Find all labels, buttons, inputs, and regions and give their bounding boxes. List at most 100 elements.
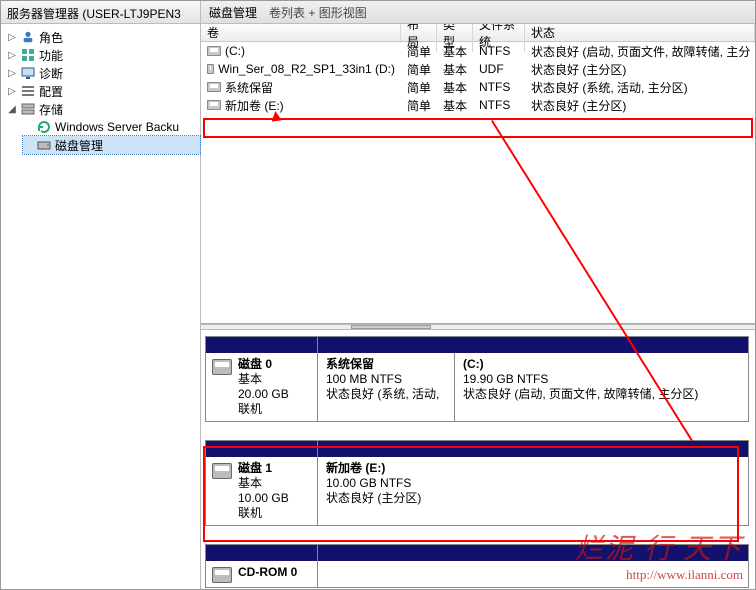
tree-node-diskmgmt[interactable]: 磁盘管理 bbox=[23, 136, 200, 154]
volume-row[interactable]: Win_Ser_08_R2_SP1_33in1 (D:) 简单基本UDF状态良好 … bbox=[201, 60, 755, 78]
volume-fs: NTFS bbox=[473, 97, 525, 113]
disk-row[interactable]: CD-ROM 0 bbox=[205, 544, 749, 588]
backup-icon bbox=[36, 119, 52, 135]
disk-state: 联机 bbox=[238, 506, 262, 520]
partition-size: 19.90 GB NTFS bbox=[463, 372, 548, 386]
volume-layout: 简单 bbox=[401, 96, 437, 115]
disk-hw-icon bbox=[212, 463, 232, 479]
partition-status: 状态良好 (启动, 页面文件, 故障转储, 主分区) bbox=[463, 387, 698, 401]
volume-status: 状态良好 (主分区) bbox=[525, 96, 755, 115]
feature-icon bbox=[20, 47, 36, 63]
volume-name: 系统保留 bbox=[225, 79, 273, 96]
config-icon bbox=[20, 83, 36, 99]
tree-label: Windows Server Backu bbox=[55, 120, 179, 134]
col-status[interactable]: 状态 bbox=[525, 24, 755, 43]
tree-node-diagnostics[interactable]: ▷ 诊断 bbox=[7, 64, 200, 82]
disk-size: 10.00 GB bbox=[238, 491, 289, 505]
disk-titlebar bbox=[206, 337, 317, 353]
scrollbar-thumb[interactable] bbox=[351, 325, 431, 329]
content-title: 磁盘管理 bbox=[209, 4, 257, 21]
tree-label: 角色 bbox=[39, 29, 63, 46]
storage-icon bbox=[20, 101, 36, 117]
col-layout[interactable]: 布局 bbox=[401, 24, 437, 52]
volume-list: 卷 布局 类型 文件系统 状态 (C:)简单基本NTFS状态良好 (启动, 页面… bbox=[201, 24, 755, 324]
content-subtitle: 卷列表 + 图形视图 bbox=[269, 4, 367, 21]
volume-icon bbox=[207, 82, 221, 92]
disk-info: 磁盘 1基本10.00 GB联机 bbox=[206, 441, 318, 525]
col-volume[interactable]: 卷 bbox=[201, 24, 401, 43]
volume-name: (C:) bbox=[225, 44, 245, 58]
partition-pane[interactable]: (C:)19.90 GB NTFS状态良好 (启动, 页面文件, 故障转储, 主… bbox=[454, 353, 748, 421]
disk-panes: 新加卷 (E:)10.00 GB NTFS状态良好 (主分区) bbox=[318, 441, 748, 525]
volume-fs: UDF bbox=[473, 61, 525, 77]
volume-name: Win_Ser_08_R2_SP1_33in1 (D:) bbox=[218, 62, 395, 76]
disk-titlebar bbox=[206, 441, 317, 457]
volume-status: 状态良好 (系统, 活动, 主分区) bbox=[525, 78, 755, 97]
disk-title: 磁盘 0 bbox=[238, 357, 272, 371]
tree-label: 存储 bbox=[39, 101, 63, 118]
volume-type: 基本 bbox=[437, 78, 473, 97]
disk-row[interactable]: 磁盘 1基本10.00 GB联机新加卷 (E:)10.00 GB NTFS状态良… bbox=[205, 440, 749, 526]
disk-row[interactable]: 磁盘 0基本20.00 GB联机系统保留100 MB NTFS状态良好 (系统,… bbox=[205, 336, 749, 422]
role-icon bbox=[20, 29, 36, 45]
expand-icon[interactable]: ▷ bbox=[7, 50, 17, 60]
nav-tree: 服务器管理器 (USER-LTJ9PEN3 ▷ 角色 ▷ 功能 ▷ 诊断 ▷ 配… bbox=[1, 1, 201, 589]
partition-pane[interactable]: 系统保留100 MB NTFS状态良好 (系统, 活动, bbox=[318, 353, 454, 421]
volume-layout: 简单 bbox=[401, 78, 437, 97]
tree-node-storage[interactable]: ◢ 存储 bbox=[7, 100, 200, 118]
tree-node-wsb[interactable]: Windows Server Backu bbox=[23, 118, 200, 136]
partition-title: 系统保留 bbox=[326, 357, 374, 371]
col-type[interactable]: 类型 bbox=[437, 24, 473, 52]
diagnostics-icon bbox=[20, 65, 36, 81]
col-filesystem[interactable]: 文件系统 bbox=[473, 24, 525, 52]
partition-status: 状态良好 (主分区) bbox=[326, 491, 421, 505]
disk-titlebar bbox=[206, 545, 317, 561]
tree-header: 服务器管理器 (USER-LTJ9PEN3 bbox=[1, 1, 200, 24]
tree-label: 功能 bbox=[39, 47, 63, 64]
annotation-highlight-row bbox=[203, 118, 753, 138]
disk-title: CD-ROM 0 bbox=[238, 565, 297, 579]
disk-title: 磁盘 1 bbox=[238, 461, 272, 475]
disk-info: 磁盘 0基本20.00 GB联机 bbox=[206, 337, 318, 421]
disk-type: 基本 bbox=[238, 372, 262, 386]
content-header: 磁盘管理 卷列表 + 图形视图 bbox=[201, 1, 755, 24]
tree-node-config[interactable]: ▷ 配置 bbox=[7, 82, 200, 100]
partition-pane[interactable]: 新加卷 (E:)10.00 GB NTFS状态良好 (主分区) bbox=[318, 457, 748, 525]
volume-status: 状态良好 (启动, 页面文件, 故障转储, 主分 bbox=[525, 42, 755, 61]
expand-icon[interactable]: ▷ bbox=[7, 32, 17, 42]
tree-label: 诊断 bbox=[39, 65, 63, 82]
volume-row[interactable]: 系统保留 简单基本NTFS状态良好 (系统, 活动, 主分区) bbox=[201, 78, 755, 96]
disk-titlebar bbox=[318, 337, 748, 353]
partition-size: 10.00 GB NTFS bbox=[326, 476, 411, 490]
collapse-icon[interactable]: ◢ bbox=[7, 104, 17, 114]
volume-fs: NTFS bbox=[473, 79, 525, 95]
disk-graphical-view: 磁盘 0基本20.00 GB联机系统保留100 MB NTFS状态良好 (系统,… bbox=[201, 330, 755, 589]
volume-icon bbox=[207, 46, 221, 56]
volume-icon bbox=[207, 64, 214, 74]
volume-row[interactable]: 新加卷 (E:)简单基本NTFS状态良好 (主分区) bbox=[201, 96, 755, 114]
tree-label: 磁盘管理 bbox=[55, 137, 103, 154]
disk-hw-icon bbox=[212, 359, 232, 375]
partition-title: (C:) bbox=[463, 357, 484, 371]
volume-header-row: 卷 布局 类型 文件系统 状态 bbox=[201, 24, 755, 42]
disk-type: 基本 bbox=[238, 476, 262, 490]
disk-icon bbox=[36, 137, 52, 153]
volume-status: 状态良好 (主分区) bbox=[525, 60, 755, 79]
partition-title: 新加卷 (E:) bbox=[326, 461, 385, 475]
partition-size: 100 MB NTFS bbox=[326, 372, 402, 386]
volume-layout: 简单 bbox=[401, 60, 437, 79]
tree-label: 配置 bbox=[39, 83, 63, 100]
disk-state: 联机 bbox=[238, 402, 262, 416]
disk-info: CD-ROM 0 bbox=[206, 545, 318, 587]
expand-icon[interactable]: ▷ bbox=[7, 86, 17, 96]
volume-type: 基本 bbox=[437, 60, 473, 79]
content-panel: 磁盘管理 卷列表 + 图形视图 卷 布局 类型 文件系统 状态 (C:)简单基本… bbox=[201, 1, 755, 589]
disk-titlebar bbox=[318, 441, 748, 457]
volume-icon bbox=[207, 100, 221, 110]
tree-node-roles[interactable]: ▷ 角色 bbox=[7, 28, 200, 46]
disk-panes: 系统保留100 MB NTFS状态良好 (系统, 活动,(C:)19.90 GB… bbox=[318, 337, 748, 421]
disk-hw-icon bbox=[212, 567, 232, 583]
tree-node-features[interactable]: ▷ 功能 bbox=[7, 46, 200, 64]
expand-icon[interactable]: ▷ bbox=[7, 68, 17, 78]
disk-size: 20.00 GB bbox=[238, 387, 289, 401]
